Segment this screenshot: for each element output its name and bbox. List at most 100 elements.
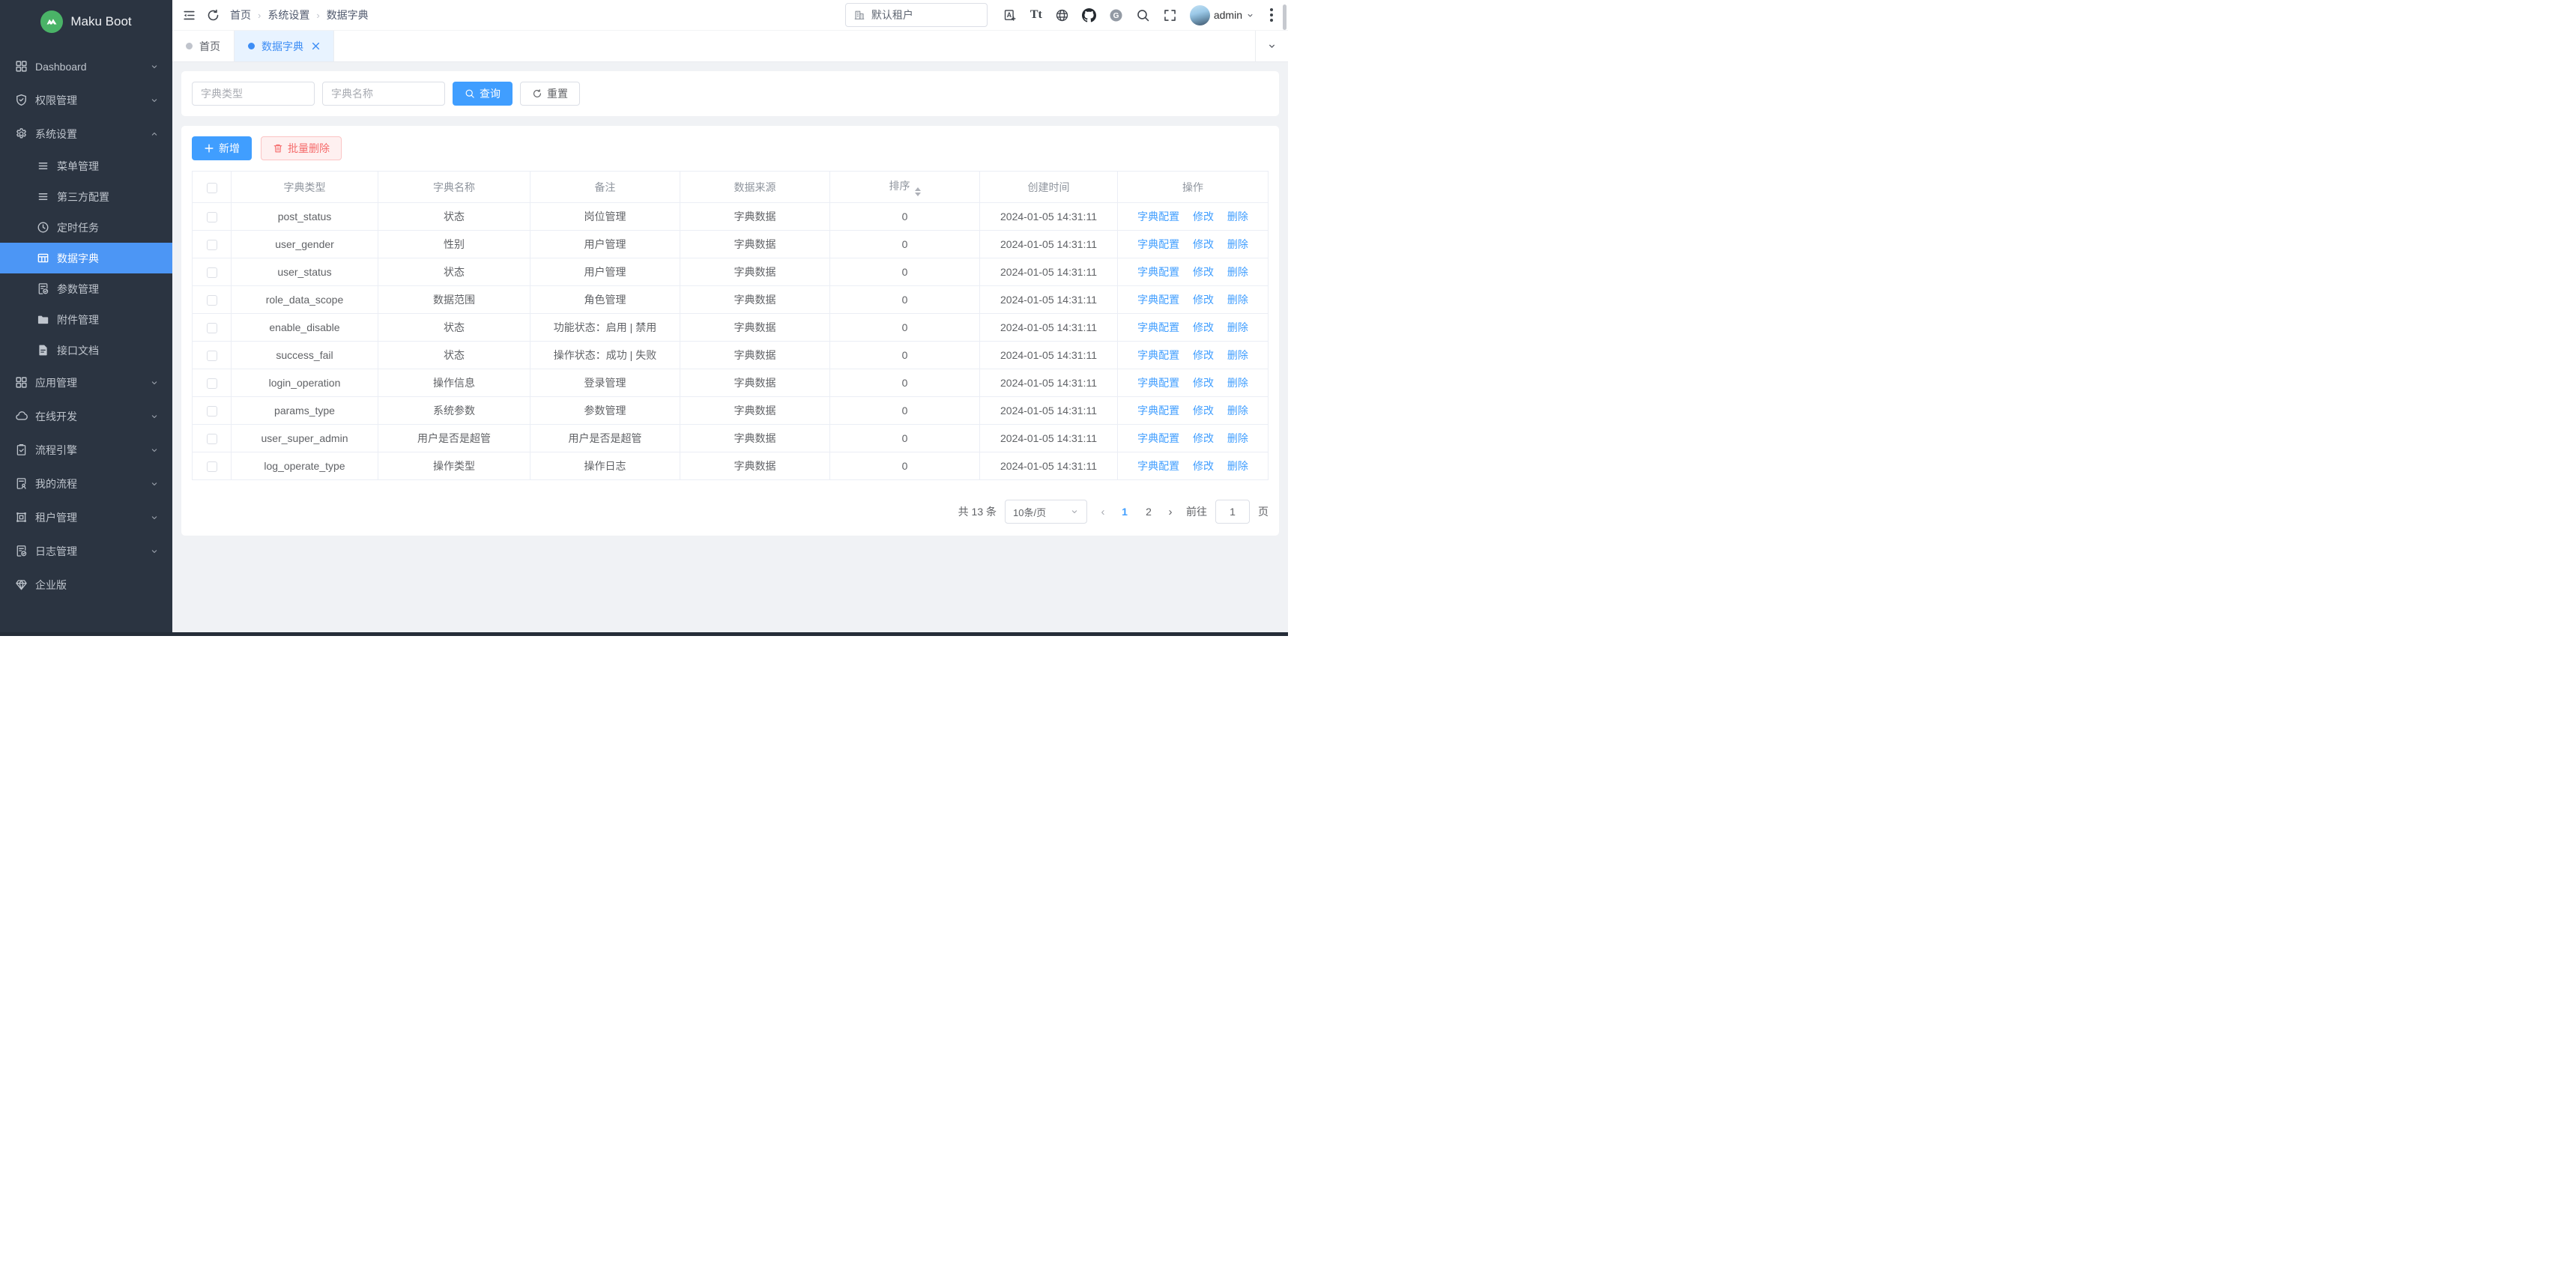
edit-link[interactable]: 修改 [1193, 460, 1214, 472]
delete-link[interactable]: 删除 [1227, 294, 1248, 306]
tenant-value: 默认租户 [871, 7, 913, 22]
refresh-icon[interactable] [206, 8, 220, 22]
reset-button[interactable]: 重置 [520, 82, 580, 106]
dict-config-link[interactable]: 字典配置 [1137, 321, 1179, 333]
dict-config-link[interactable]: 字典配置 [1137, 211, 1179, 222]
edit-link[interactable]: 修改 [1193, 211, 1214, 222]
dict-config-link[interactable]: 字典配置 [1137, 294, 1179, 306]
col-sort[interactable]: 排序 [830, 172, 980, 203]
sidebar-item-scheduled-tasks[interactable]: 定时任务 [0, 212, 172, 243]
search-icon[interactable] [1136, 8, 1150, 22]
app-root: Maku Boot Dashboard 权限管理 系统设置 菜单管理 [0, 0, 1288, 636]
row-checkbox[interactable] [207, 295, 217, 306]
scrollbar-thumb[interactable] [1283, 4, 1287, 30]
row-checkbox[interactable] [207, 351, 217, 361]
sidebar-item-online-dev[interactable]: 在线开发 [0, 399, 172, 433]
sidebar-item-permissions[interactable]: 权限管理 [0, 83, 172, 117]
font-size-icon[interactable]: Tt [1030, 8, 1042, 22]
sidebar-item-workflow-engine[interactable]: 流程引擎 [0, 433, 172, 467]
sidebar-item-app-management[interactable]: 应用管理 [0, 366, 172, 399]
edit-link[interactable]: 修改 [1193, 321, 1214, 333]
next-page-button[interactable]: › [1163, 506, 1178, 518]
collapse-sidebar-icon[interactable] [182, 8, 196, 22]
more-options-icon[interactable] [1267, 7, 1276, 23]
delete-link[interactable]: 删除 [1227, 432, 1248, 444]
row-checkbox[interactable] [207, 212, 217, 222]
row-checkbox[interactable] [207, 406, 217, 417]
tab-options-dropdown[interactable] [1255, 31, 1288, 61]
tab-home[interactable]: 首页 [172, 31, 235, 61]
close-tab-icon[interactable] [312, 42, 320, 50]
dict-config-link[interactable]: 字典配置 [1137, 377, 1179, 389]
sidebar-item-tenant-management[interactable]: 租户管理 [0, 500, 172, 534]
github-icon[interactable] [1082, 8, 1096, 22]
breadcrumb-home[interactable]: 首页 [230, 7, 251, 22]
cell-source: 字典数据 [680, 452, 830, 480]
gear-icon [15, 127, 28, 140]
delete-link[interactable]: 删除 [1227, 377, 1248, 389]
row-checkbox[interactable] [207, 461, 217, 472]
sidebar-item-third-party-config[interactable]: 第三方配置 [0, 181, 172, 212]
batch-delete-button[interactable]: 批量删除 [261, 136, 342, 160]
goto-page-input[interactable] [1215, 500, 1250, 524]
breadcrumb-system-settings[interactable]: 系统设置 [267, 7, 309, 22]
breadcrumb-separator: › [258, 10, 261, 21]
delete-link[interactable]: 删除 [1227, 321, 1248, 333]
sidebar-item-params-management[interactable]: 参数管理 [0, 273, 172, 304]
plus-icon [204, 143, 214, 154]
dict-config-link[interactable]: 字典配置 [1137, 266, 1179, 278]
page-button-1[interactable]: 1 [1115, 500, 1134, 523]
sidebar-item-dashboard[interactable]: Dashboard [0, 49, 172, 83]
app-logo[interactable]: Maku Boot [0, 0, 172, 43]
edit-link[interactable]: 修改 [1193, 266, 1214, 278]
sort-carets-icon[interactable] [915, 187, 921, 196]
edit-link[interactable]: 修改 [1193, 432, 1214, 444]
row-checkbox[interactable] [207, 378, 217, 389]
sidebar-item-my-workflow[interactable]: 我的流程 [0, 467, 172, 500]
sidebar-item-data-dictionary[interactable]: 数据字典 [0, 243, 172, 273]
row-checkbox[interactable] [207, 267, 217, 278]
query-button[interactable]: 查询 [453, 82, 513, 106]
select-all-checkbox[interactable] [207, 183, 217, 193]
dict-name-input[interactable] [322, 82, 445, 106]
dict-config-link[interactable]: 字典配置 [1137, 349, 1179, 361]
sidebar-item-log-management[interactable]: 日志管理 [0, 534, 172, 568]
edit-link[interactable]: 修改 [1193, 377, 1214, 389]
delete-link[interactable]: 删除 [1227, 266, 1248, 278]
user-menu[interactable]: admin [1190, 5, 1254, 25]
gitee-icon[interactable] [1109, 8, 1123, 22]
edit-link[interactable]: 修改 [1193, 238, 1214, 250]
row-checkbox[interactable] [207, 434, 217, 444]
dict-config-link[interactable]: 字典配置 [1137, 432, 1179, 444]
delete-link[interactable]: 删除 [1227, 405, 1248, 417]
edit-link[interactable]: 修改 [1193, 349, 1214, 361]
delete-link[interactable]: 删除 [1227, 460, 1248, 472]
dict-type-input[interactable] [192, 82, 315, 106]
dict-config-link[interactable]: 字典配置 [1137, 238, 1179, 250]
prev-page-button[interactable]: ‹ [1095, 506, 1110, 518]
sidebar-item-attachments[interactable]: 附件管理 [0, 304, 172, 335]
delete-link[interactable]: 删除 [1227, 349, 1248, 361]
tab-data-dictionary[interactable]: 数据字典 [235, 31, 334, 61]
edit-link[interactable]: 修改 [1193, 405, 1214, 417]
row-checkbox[interactable] [207, 323, 217, 333]
delete-link[interactable]: 删除 [1227, 211, 1248, 222]
col-dict-type: 字典类型 [232, 172, 378, 203]
add-button[interactable]: 新增 [192, 136, 252, 160]
globe-icon[interactable] [1055, 8, 1069, 22]
fullscreen-icon[interactable] [1163, 8, 1177, 22]
dict-config-link[interactable]: 字典配置 [1137, 405, 1179, 417]
page-size-select[interactable]: 10条/页 [1005, 500, 1087, 524]
translate-icon[interactable] [1003, 8, 1018, 22]
row-checkbox[interactable] [207, 240, 217, 250]
sidebar-item-menu-management[interactable]: 菜单管理 [0, 151, 172, 181]
sidebar-item-api-docs[interactable]: 接口文档 [0, 335, 172, 366]
sidebar-item-system-settings[interactable]: 系统设置 [0, 117, 172, 151]
dict-config-link[interactable]: 字典配置 [1137, 460, 1179, 472]
edit-link[interactable]: 修改 [1193, 294, 1214, 306]
tenant-select[interactable]: 默认租户 [845, 3, 988, 27]
sidebar-item-enterprise[interactable]: 企业版 [0, 568, 172, 602]
delete-link[interactable]: 删除 [1227, 238, 1248, 250]
page-button-2[interactable]: 2 [1139, 500, 1158, 523]
header-actions: 默认租户 Tt admin [845, 3, 1276, 27]
